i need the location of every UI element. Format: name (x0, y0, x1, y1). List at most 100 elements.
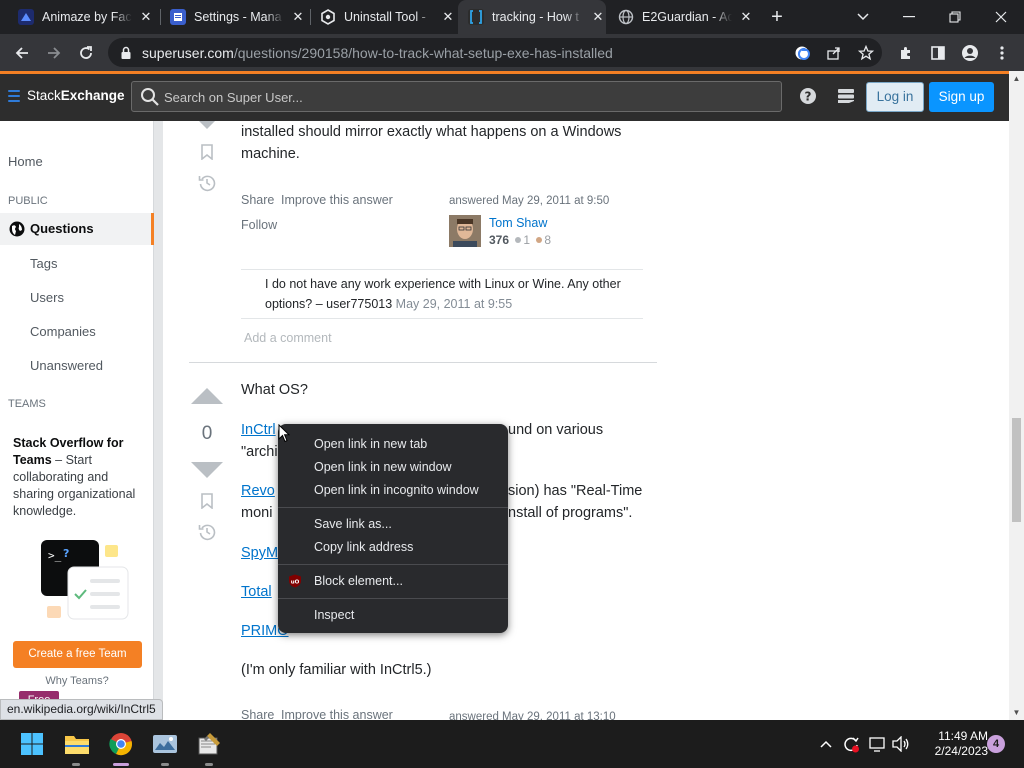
scrollbar-thumb[interactable] (1012, 418, 1021, 522)
tab-tracking[interactable]: tracking - How t ✕ (458, 0, 606, 34)
forward-arrow-icon[interactable] (41, 40, 67, 66)
stackexchange-logo[interactable]: Stack Exchange (8, 88, 125, 103)
taskbar-clock[interactable]: 11:49 AM 2/24/2023 (920, 729, 988, 759)
share-icon[interactable] (824, 43, 844, 63)
sidebar-item-unanswered[interactable]: Unanswered (30, 358, 103, 373)
upvote-arrow-icon[interactable] (191, 388, 223, 404)
follow-link[interactable]: Follow (241, 218, 277, 232)
create-team-button[interactable]: Create a free Team (13, 641, 142, 668)
volume-icon[interactable] (891, 734, 911, 754)
svg-text:>_: >_ (48, 549, 62, 562)
sidebar-item-tags[interactable]: Tags (30, 256, 57, 271)
bronze-badge-icon (536, 237, 543, 243)
scroll-down-arrow-icon[interactable]: ▼ (1009, 705, 1024, 720)
improve-answer-link[interactable]: Improve this answer (281, 708, 393, 720)
photos-app-icon[interactable] (149, 728, 181, 760)
minimize-icon[interactable] (886, 0, 932, 34)
menu-item-save-link[interactable]: Save link as... (278, 513, 508, 536)
window-close-icon[interactable] (978, 0, 1024, 34)
bookmark-icon[interactable] (199, 493, 215, 509)
sync-alert-icon[interactable] (841, 734, 861, 754)
close-icon[interactable]: ✕ (440, 9, 456, 25)
address-bar[interactable]: superuser.com/questions/290158/how-to-tr… (108, 38, 882, 67)
comment-text: options? – user775013 May 29, 2011 at 9:… (265, 294, 512, 314)
reload-icon[interactable] (73, 40, 99, 66)
signup-button[interactable]: Sign up (929, 82, 994, 112)
sidebar-item-home[interactable]: Home (8, 154, 43, 169)
installer-app-icon[interactable] (193, 728, 225, 760)
lock-icon[interactable] (116, 43, 136, 63)
add-comment-link[interactable]: Add a comment (244, 331, 332, 345)
history-icon[interactable] (198, 523, 216, 541)
revo-link[interactable]: Revo (241, 483, 275, 499)
total-link[interactable]: Total (241, 584, 272, 600)
answer-body-text: Revo (241, 480, 275, 502)
help-icon[interactable]: ? (798, 86, 818, 106)
sidebar-item-label: Questions (30, 221, 94, 236)
comment-author[interactable]: options? – user775013 (265, 297, 392, 311)
improve-answer-link[interactable]: Improve this answer (281, 193, 393, 207)
bookmark-star-icon[interactable] (856, 43, 876, 63)
network-icon[interactable] (868, 734, 888, 754)
tab-animaze[interactable]: Animaze by Face ✕ (18, 0, 154, 34)
page-scrollbar[interactable]: ▲ ▼ (1009, 71, 1024, 720)
windows-start-icon[interactable] (16, 728, 48, 760)
chrome-menu-icon[interactable] (989, 40, 1015, 66)
file-explorer-icon[interactable] (61, 728, 93, 760)
user-name-link[interactable]: Tom Shaw (489, 216, 547, 230)
site-switcher-icon[interactable] (836, 86, 856, 106)
inctrl5-link[interactable]: InCtrl (241, 422, 276, 438)
bookmark-icon[interactable] (199, 144, 215, 160)
menu-item-copy-link[interactable]: Copy link address (278, 536, 508, 559)
side-panel-icon[interactable] (925, 40, 951, 66)
extensions-puzzle-icon[interactable] (893, 40, 919, 66)
restore-icon[interactable] (932, 0, 978, 34)
animaze-icon (18, 9, 34, 25)
why-teams-link[interactable]: Why Teams? (0, 675, 154, 687)
menu-item-inspect[interactable]: Inspect (278, 604, 508, 627)
menu-item-open-new-tab[interactable]: Open link in new tab (278, 433, 508, 456)
new-tab-plus-icon[interactable]: + (766, 6, 788, 28)
history-icon[interactable] (198, 174, 216, 192)
settings-icon (170, 9, 186, 25)
sidebar-item-users[interactable]: Users (30, 290, 64, 305)
tab-settings[interactable]: Settings - Mana ✕ (170, 0, 306, 34)
notification-badge[interactable]: 4 (987, 735, 1005, 753)
scroll-up-arrow-icon[interactable]: ▲ (1009, 71, 1024, 86)
chrome-taskbar-icon[interactable] (105, 728, 137, 760)
close-icon[interactable]: ✕ (590, 9, 606, 25)
spyme-link[interactable]: SpyM (241, 545, 278, 561)
comment-text: I do not have any work experience with L… (265, 277, 621, 291)
sidebar-item-companies[interactable]: Companies (30, 324, 96, 339)
share-link[interactable]: Share (241, 708, 274, 720)
menu-item-open-new-window[interactable]: Open link in new window (278, 456, 508, 479)
site-search-input[interactable]: Search on Super User... (131, 81, 782, 112)
tab-e2guardian[interactable]: E2Guardian - Ac ✕ (618, 0, 754, 34)
search-placeholder: Search on Super User... (164, 90, 303, 105)
downvote-arrow-icon[interactable] (197, 121, 217, 129)
site-header: Stack Exchange Search on Super User... ? … (0, 71, 1009, 121)
share-link[interactable]: Share (241, 193, 274, 207)
tab-search-chevron-icon[interactable] (840, 0, 886, 34)
avatar[interactable] (449, 215, 481, 247)
tab-uninstall-tool[interactable]: Uninstall Tool - ✕ (320, 0, 456, 34)
login-button[interactable]: Log in (866, 82, 924, 112)
link-status-url: en.wikipedia.org/wiki/InCtrl5 (0, 699, 163, 720)
sidebar-item-questions[interactable]: Questions (0, 213, 154, 245)
answer-body-text: Total (241, 581, 272, 603)
vote-count: 0 (201, 423, 213, 444)
menu-item-open-incognito[interactable]: Open link in incognito window (278, 479, 508, 502)
google-lens-icon[interactable] (792, 43, 812, 63)
profile-avatar-icon[interactable] (957, 40, 983, 66)
close-icon[interactable]: ✕ (138, 9, 154, 25)
answer-body-text: moni (241, 505, 273, 521)
close-icon[interactable]: ✕ (290, 9, 306, 25)
close-icon[interactable]: ✕ (738, 9, 754, 25)
sidebar-section-public: PUBLIC (8, 195, 48, 207)
svg-text:?: ? (805, 90, 812, 104)
menu-item-block-element[interactable]: Block element... (278, 570, 508, 593)
tray-chevron-up-icon[interactable] (816, 734, 836, 754)
back-arrow-icon[interactable] (9, 40, 35, 66)
downvote-arrow-icon[interactable] (191, 462, 223, 478)
url-host: superuser.com (142, 45, 234, 61)
